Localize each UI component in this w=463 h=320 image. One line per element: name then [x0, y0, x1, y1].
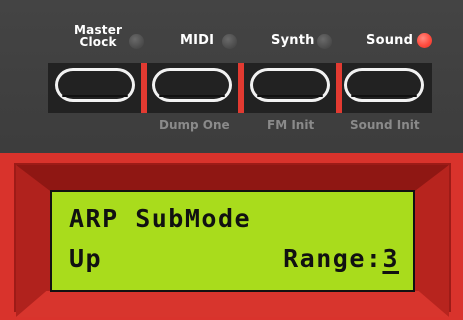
master-label-line2: Clock — [79, 35, 117, 49]
led-synth — [317, 34, 332, 49]
bezel-bottom-bevel — [16, 291, 449, 317]
shift-label-sound-init: Sound Init — [350, 118, 420, 132]
range-label: Range: — [283, 244, 383, 273]
button-sound[interactable] — [344, 68, 424, 102]
separator-1 — [141, 63, 147, 113]
lcd-line-1: ARP SubMode — [69, 204, 252, 233]
led-sound — [417, 33, 432, 48]
button-master-clock[interactable] — [55, 68, 135, 102]
separator-2 — [238, 63, 244, 113]
mode-label-synth: Synth — [271, 33, 315, 48]
shift-label-fm-init: FM Init — [267, 118, 315, 132]
lcd-line-2-mode: Up — [69, 244, 103, 273]
mode-label-master-clock: Master Clock — [74, 24, 122, 48]
mode-label-sound: Sound — [366, 33, 414, 48]
led-master-clock — [129, 34, 144, 49]
bezel-top-bevel — [16, 165, 449, 191]
shift-label-dump-one: Dump One — [159, 118, 230, 132]
button-synth[interactable] — [250, 68, 330, 102]
range-value: 3 — [382, 244, 399, 273]
separator-3 — [336, 63, 342, 113]
mode-label-midi: MIDI — [180, 33, 215, 48]
lcd-range: Range:3 — [283, 244, 399, 273]
lcd-display: ARP SubMode Up Range:3 — [50, 190, 415, 292]
button-midi[interactable] — [152, 68, 232, 102]
led-midi — [222, 34, 237, 49]
